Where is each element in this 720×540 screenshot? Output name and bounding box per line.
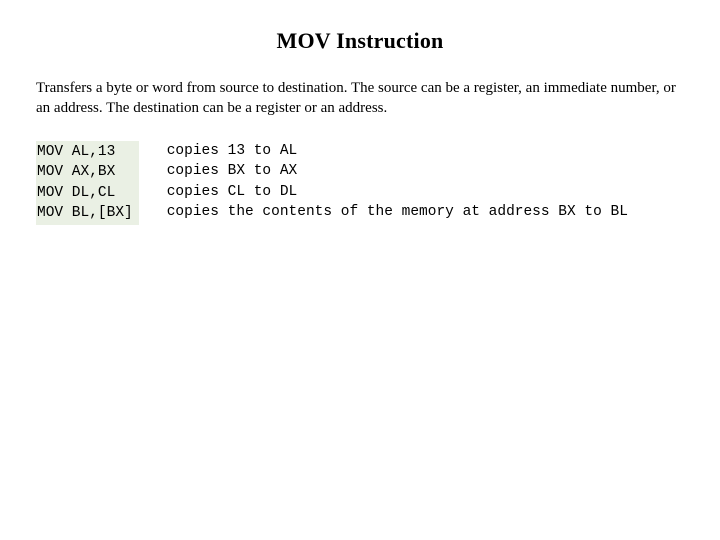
example-block: MOV AL,13 MOV AX,BX MOV DL,CL MOV BL,[BX… xyxy=(36,141,684,225)
slide-title: MOV Instruction xyxy=(36,28,684,54)
code-column: MOV AL,13 MOV AX,BX MOV DL,CL MOV BL,[BX… xyxy=(36,141,139,225)
explanation-column: copies 13 to AL copies BX to AX copies C… xyxy=(167,141,628,223)
description-text: Transfers a byte or word from source to … xyxy=(36,78,684,119)
